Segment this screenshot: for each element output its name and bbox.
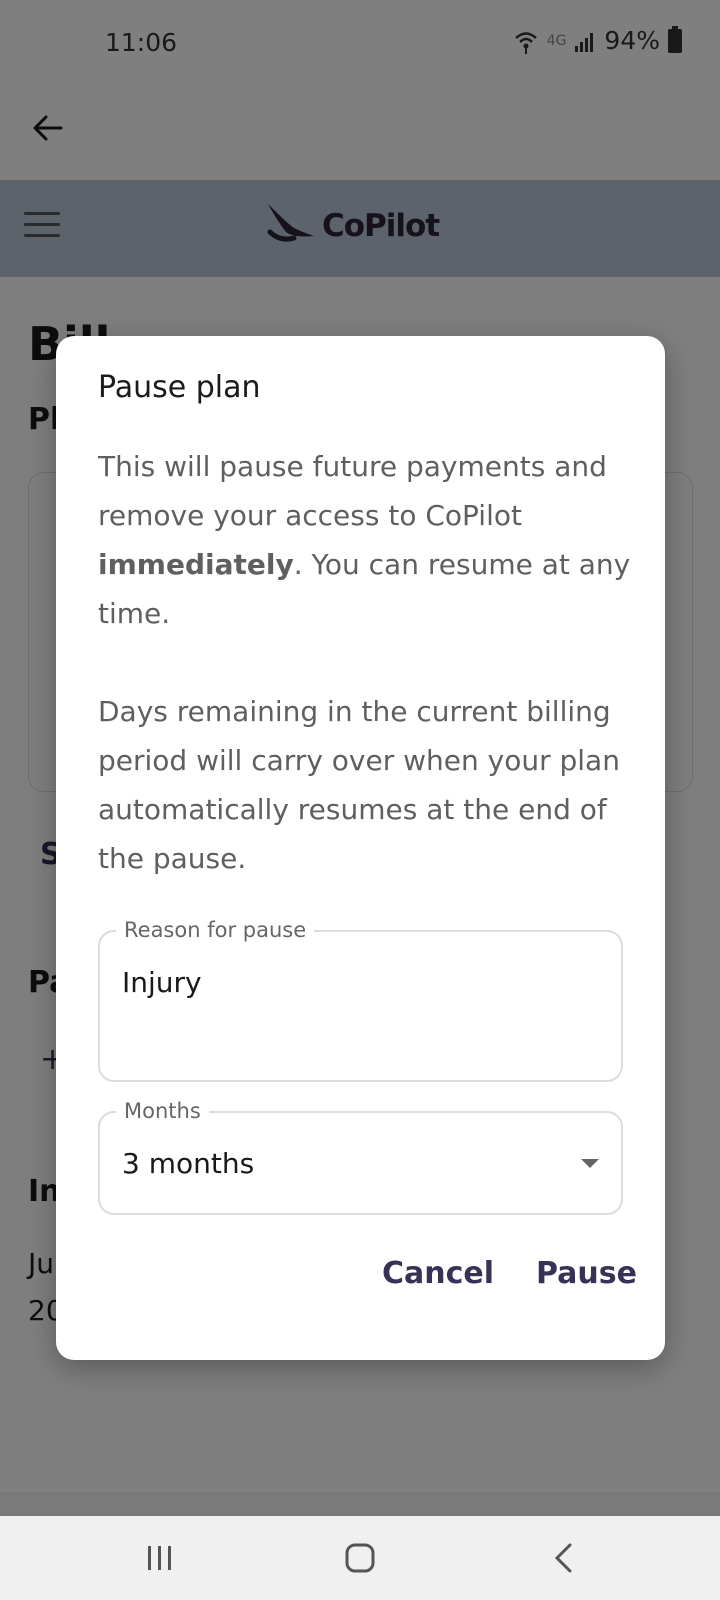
nav-divider	[0, 1492, 720, 1516]
dialog-paragraph-1: This will pause future payments and remo…	[98, 442, 638, 638]
home-icon	[345, 1543, 375, 1573]
reason-field[interactable]: Reason for pause Injury	[98, 918, 623, 1082]
body-text-1: This will pause future payments and remo…	[98, 450, 607, 532]
system-back-button[interactable]	[540, 1536, 588, 1580]
cancel-button[interactable]: Cancel	[382, 1256, 494, 1291]
pause-button[interactable]: Pause	[536, 1256, 637, 1291]
recents-icon	[148, 1546, 171, 1570]
home-button[interactable]	[336, 1536, 384, 1580]
months-label: Months	[116, 1099, 209, 1123]
pause-plan-dialog: Pause plan This will pause future paymen…	[56, 336, 665, 1360]
chevron-left-icon	[554, 1543, 572, 1573]
reason-label: Reason for pause	[116, 918, 315, 942]
dialog-title: Pause plan	[98, 370, 261, 405]
system-nav-bar	[0, 1516, 720, 1600]
body-bold-text: immediately	[98, 548, 294, 581]
dropdown-arrow-icon	[581, 1159, 599, 1168]
dialog-actions: Cancel Pause	[382, 1256, 637, 1291]
dialog-body: This will pause future payments and remo…	[98, 442, 638, 883]
recents-button[interactable]	[136, 1536, 184, 1580]
months-value: 3 months	[122, 1147, 255, 1180]
dialog-paragraph-2: Days remaining in the current billing pe…	[98, 695, 620, 875]
reason-input[interactable]: Injury	[122, 966, 202, 999]
months-select[interactable]: Months 3 months	[98, 1099, 623, 1215]
